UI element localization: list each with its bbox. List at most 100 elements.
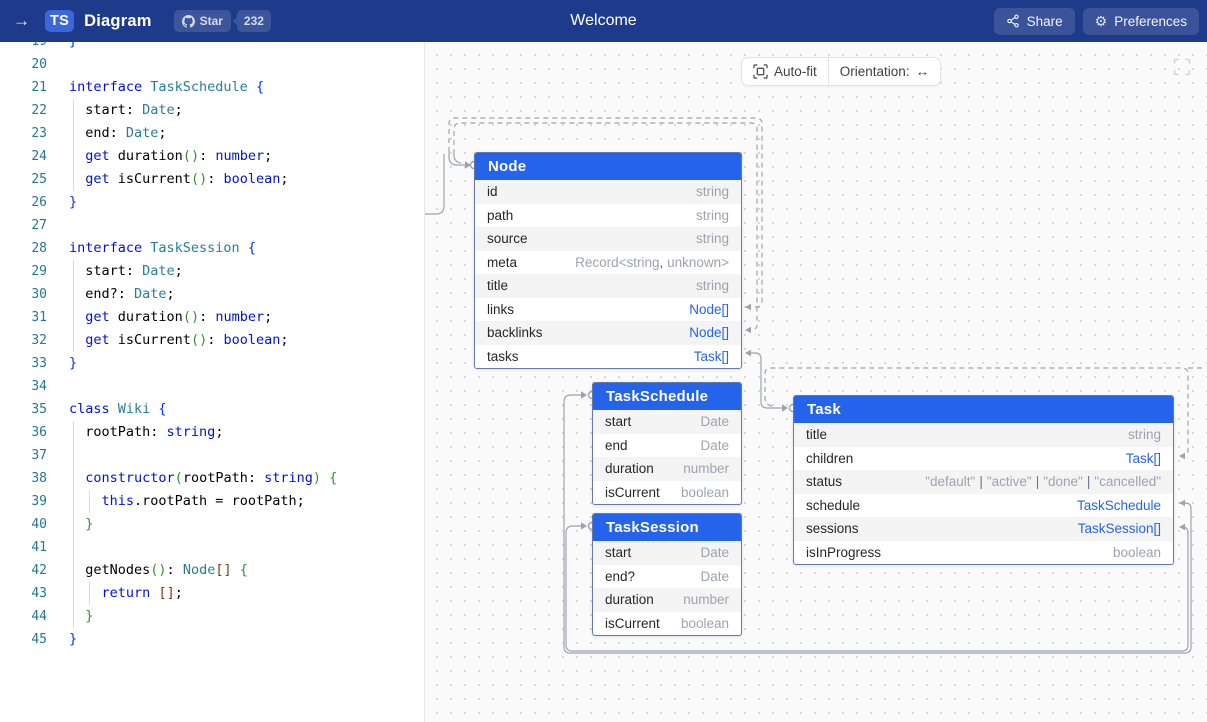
share-button[interactable]: Share — [994, 8, 1075, 35]
code-line[interactable]: 39 this.rootPath = rootPath; — [0, 490, 424, 513]
code-line[interactable]: 30 end?: Date; — [0, 283, 424, 306]
code-token: end: — [69, 125, 126, 141]
github-star-badge[interactable]: Star 232 — [174, 10, 271, 32]
indent-guide — [73, 306, 74, 329]
line-number: 24 — [0, 145, 47, 168]
type-link[interactable]: Task[] — [694, 349, 729, 364]
code-token: duration — [118, 309, 183, 325]
type-link[interactable]: Node[] — [689, 302, 729, 317]
orientation-button[interactable]: Orientation: ↔ — [829, 58, 940, 85]
field-row-isCurrent[interactable]: isCurrentboolean — [593, 612, 741, 636]
field-row-meta[interactable]: metaRecord<string, unknown> — [475, 251, 741, 275]
field-row-source[interactable]: sourcestring — [475, 227, 741, 251]
field-row-children[interactable]: childrenTask[] — [794, 447, 1173, 471]
type-link[interactable]: Node[] — [689, 325, 729, 340]
code-line[interactable]: 42 getNodes(): Node[] { — [0, 559, 424, 582]
code-line[interactable]: 31 get duration(): number; — [0, 306, 424, 329]
field-row-end[interactable]: endDate — [593, 434, 741, 458]
field-row-links[interactable]: linksNode[] — [475, 298, 741, 322]
code-line[interactable]: 45} — [0, 628, 424, 651]
entity-table-taskschedule[interactable]: TaskSchedulestartDateendDate duration numb… — [592, 382, 742, 505]
entity-table-tasksession[interactable]: TaskSessionstartDateend?Date duration numb… — [592, 513, 742, 636]
code-line[interactable]: 25 get isCurrent(): boolean; — [0, 168, 424, 191]
type-text: number — [683, 592, 729, 607]
field-name: duration — [605, 592, 654, 607]
code-token: ; — [175, 102, 183, 118]
code-line[interactable]: 21interface TaskSchedule { — [0, 76, 424, 99]
code-line[interactable]: 43 return []; — [0, 582, 424, 605]
line-number: 31 — [0, 306, 47, 329]
field-name: title — [806, 427, 827, 442]
code-token — [69, 470, 85, 486]
code-text — [47, 214, 69, 237]
code-line[interactable]: 27 — [0, 214, 424, 237]
type-text: string — [696, 184, 729, 199]
preferences-button[interactable]: ⚙ Preferences — [1083, 8, 1199, 35]
type-text: number — [683, 461, 729, 476]
code-token: rootPath: — [183, 470, 264, 486]
type-link[interactable]: Task[] — [1126, 451, 1161, 466]
code-line[interactable]: 44 } — [0, 605, 424, 628]
entity-header-tasksession[interactable]: TaskSession — [593, 514, 741, 541]
field-row-duration[interactable]: duration number — [593, 588, 741, 612]
field-row-sessions[interactable]: sessionsTaskSession[] — [794, 517, 1173, 541]
field-type: Date — [700, 569, 729, 584]
line-number: 23 — [0, 122, 47, 145]
code-line[interactable]: 37 — [0, 444, 424, 467]
field-name: isCurrent — [605, 616, 660, 631]
entity-header-task[interactable]: Task — [794, 396, 1173, 423]
field-row-schedule[interactable]: scheduleTaskSchedule — [794, 494, 1173, 518]
field-row-end[interactable]: end?Date — [593, 565, 741, 589]
code-line[interactable]: 32 get isCurrent(): boolean; — [0, 329, 424, 352]
code-line[interactable]: 35class Wiki { — [0, 398, 424, 421]
code-line[interactable]: 23 end: Date; — [0, 122, 424, 145]
code-line[interactable]: 38 constructor(rootPath: string) { — [0, 467, 424, 490]
field-type: string — [696, 231, 729, 246]
code-line[interactable]: 40 } — [0, 513, 424, 536]
field-row-path[interactable]: pathstring — [475, 204, 741, 228]
auto-fit-button[interactable]: Auto-fit — [742, 58, 828, 85]
field-row-id[interactable]: idstring — [475, 180, 741, 204]
fullscreen-icon[interactable] — [1173, 58, 1191, 76]
entity-header-taskschedule[interactable]: TaskSchedule — [593, 383, 741, 410]
code-line[interactable]: 29 start: Date; — [0, 260, 424, 283]
field-row-duration[interactable]: duration number — [593, 457, 741, 481]
code-token: ) — [313, 470, 321, 486]
type-link[interactable]: TaskSession[] — [1078, 521, 1161, 536]
field-name: duration — [605, 461, 654, 476]
field-row-start[interactable]: startDate — [593, 541, 741, 565]
back-arrow-icon[interactable]: → — [13, 11, 35, 31]
field-row-isInProgress[interactable]: isInProgressboolean — [794, 541, 1173, 565]
line-number: 32 — [0, 329, 47, 352]
field-row-backlinks[interactable]: backlinksNode[] — [475, 321, 741, 345]
code-line[interactable]: 24 get duration(): number; — [0, 145, 424, 168]
code-editor-panel: 19}2021interface TaskSchedule {22 start:… — [0, 42, 425, 722]
code-editor[interactable]: 19}2021interface TaskSchedule {22 start:… — [0, 42, 424, 651]
code-line[interactable]: 41 — [0, 536, 424, 559]
code-line[interactable]: 34 — [0, 375, 424, 398]
entity-header-node[interactable]: Node — [475, 153, 741, 180]
entity-table-node[interactable]: NodeidstringpathstringsourcestringmetaRe… — [474, 152, 742, 369]
field-name: title — [487, 278, 508, 293]
line-number: 30 — [0, 283, 47, 306]
code-line[interactable]: 22 start: Date; — [0, 99, 424, 122]
code-line[interactable]: 26} — [0, 191, 424, 214]
field-row-status[interactable]: status"default"|"active"|"done"|"cancell… — [794, 470, 1173, 494]
code-line[interactable]: 28interface TaskSession { — [0, 237, 424, 260]
field-row-isCurrent[interactable]: isCurrentboolean — [593, 481, 741, 505]
field-row-title[interactable]: titlestring — [475, 274, 741, 298]
entity-table-task[interactable]: TasktitlestringchildrenTask[]status"defa… — [793, 395, 1174, 565]
field-row-start[interactable]: startDate — [593, 410, 741, 434]
code-line[interactable]: 33} — [0, 352, 424, 375]
code-line[interactable]: 36 rootPath: string; — [0, 421, 424, 444]
indent-guide — [73, 283, 74, 306]
code-line[interactable]: 19} — [0, 42, 424, 53]
type-link[interactable]: TaskSchedule — [1077, 498, 1161, 513]
code-line[interactable]: 20 — [0, 53, 424, 76]
share-label: Share — [1027, 14, 1063, 29]
type-text: Date — [700, 438, 729, 453]
code-text — [47, 536, 69, 559]
field-row-tasks[interactable]: tasksTask[] — [475, 345, 741, 369]
field-row-title[interactable]: titlestring — [794, 423, 1173, 447]
diagram-canvas[interactable]: Auto-fit Orientation: ↔ Nodeidstringpath… — [425, 42, 1207, 722]
